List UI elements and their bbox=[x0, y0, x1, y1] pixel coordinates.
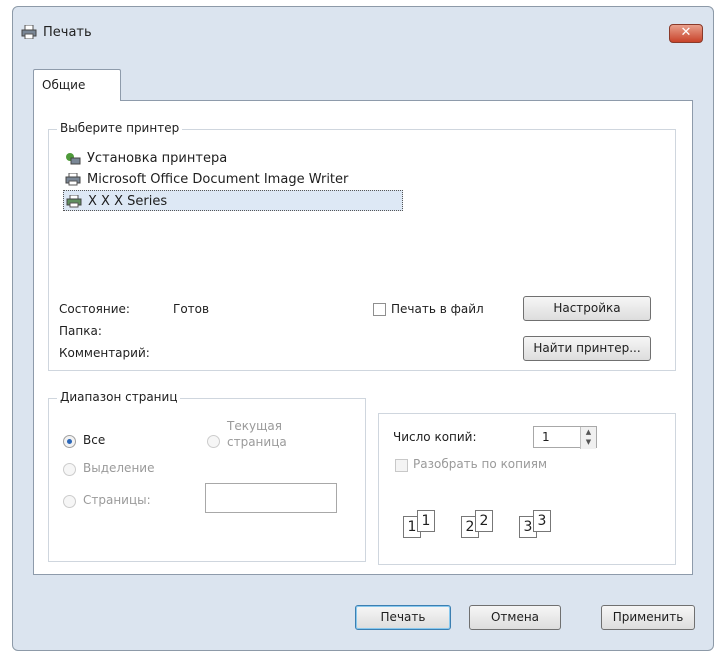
close-icon: ✕ bbox=[680, 25, 692, 40]
copies-value: 1 bbox=[542, 430, 550, 444]
title-bar[interactable]: Печать ✕ bbox=[13, 7, 713, 57]
range-current-page-radio[interactable] bbox=[207, 435, 220, 448]
copies-stepper[interactable]: 1 ▲ ▼ bbox=[533, 426, 597, 449]
collate-checkbox[interactable] bbox=[395, 459, 408, 472]
printer-icon bbox=[21, 25, 37, 39]
folder-label: Папка: bbox=[59, 324, 102, 338]
apply-button[interactable]: Применить bbox=[601, 605, 695, 630]
tab-panel-general: Выберите принтер Установка принтера Micr… bbox=[33, 100, 693, 575]
status-label: Состояние: bbox=[59, 302, 130, 316]
range-pages-radio[interactable] bbox=[63, 495, 76, 508]
range-current-page-label-1[interactable]: Текущая bbox=[227, 419, 282, 433]
printer-group: Выберите принтер Установка принтера Micr… bbox=[48, 121, 676, 371]
collate-illustration: 1 1 2 2 3 3 bbox=[403, 510, 603, 540]
collate-page: 1 bbox=[417, 510, 435, 532]
close-button[interactable]: ✕ bbox=[669, 24, 703, 43]
print-to-file-label[interactable]: Печать в файл bbox=[391, 302, 484, 316]
tab-general-label: Общие bbox=[42, 78, 86, 92]
printer-icon bbox=[66, 195, 82, 208]
collate-page: 3 bbox=[533, 510, 551, 532]
printer-item-label: X X X Series bbox=[88, 194, 168, 209]
page-range-group: Диапазон страниц Все Выделение Текущая с… bbox=[48, 390, 366, 562]
copies-group: Число копий: 1 ▲ ▼ Разобрать по копиям 1… bbox=[378, 413, 676, 565]
find-printer-button[interactable]: Найти принтер... bbox=[523, 336, 651, 361]
printer-item-add[interactable]: Установка принтера bbox=[63, 148, 433, 169]
print-to-file-checkbox[interactable] bbox=[373, 303, 386, 316]
cancel-button[interactable]: Отмена bbox=[469, 605, 561, 630]
comment-label: Комментарий: bbox=[59, 346, 150, 360]
range-all-label[interactable]: Все bbox=[83, 433, 105, 447]
dialog-client: Общие Выберите принтер Установка принтер… bbox=[23, 57, 703, 642]
print-button[interactable]: Печать bbox=[355, 605, 451, 630]
range-current-page-label-2[interactable]: страница bbox=[227, 435, 287, 449]
pages-input[interactable] bbox=[205, 483, 337, 513]
printer-icon bbox=[65, 173, 81, 186]
collate-label[interactable]: Разобрать по копиям bbox=[413, 457, 547, 471]
tab-general[interactable]: Общие bbox=[33, 69, 121, 101]
range-selection-radio[interactable] bbox=[63, 463, 76, 476]
printer-item-label: Microsoft Office Document Image Writer bbox=[87, 172, 349, 187]
copies-spin-buttons[interactable]: ▲ ▼ bbox=[580, 427, 596, 449]
spin-up-icon[interactable]: ▲ bbox=[581, 427, 596, 437]
range-pages-label[interactable]: Страницы: bbox=[83, 493, 151, 507]
settings-button[interactable]: Настройка bbox=[523, 296, 651, 321]
printer-group-legend: Выберите принтер bbox=[57, 121, 183, 135]
printer-item-office-writer[interactable]: Microsoft Office Document Image Writer bbox=[63, 169, 433, 190]
printer-list[interactable]: Установка принтера Microsoft Office Docu… bbox=[63, 148, 433, 211]
page-range-group-legend: Диапазон страниц bbox=[57, 390, 181, 404]
printer-item-xxx-series[interactable]: X X X Series bbox=[63, 190, 403, 211]
printer-item-label: Установка принтера bbox=[87, 151, 228, 166]
range-selection-label[interactable]: Выделение bbox=[83, 461, 154, 475]
window-title: Печать bbox=[43, 25, 92, 40]
add-printer-icon bbox=[66, 153, 81, 165]
range-all-radio[interactable] bbox=[63, 435, 76, 448]
status-value: Готов bbox=[173, 302, 210, 316]
copies-label: Число копий: bbox=[393, 430, 477, 444]
spin-down-icon[interactable]: ▼ bbox=[581, 437, 596, 447]
collate-page: 2 bbox=[475, 510, 493, 532]
print-dialog: Печать ✕ Общие Выберите принтер Установк… bbox=[12, 6, 714, 651]
